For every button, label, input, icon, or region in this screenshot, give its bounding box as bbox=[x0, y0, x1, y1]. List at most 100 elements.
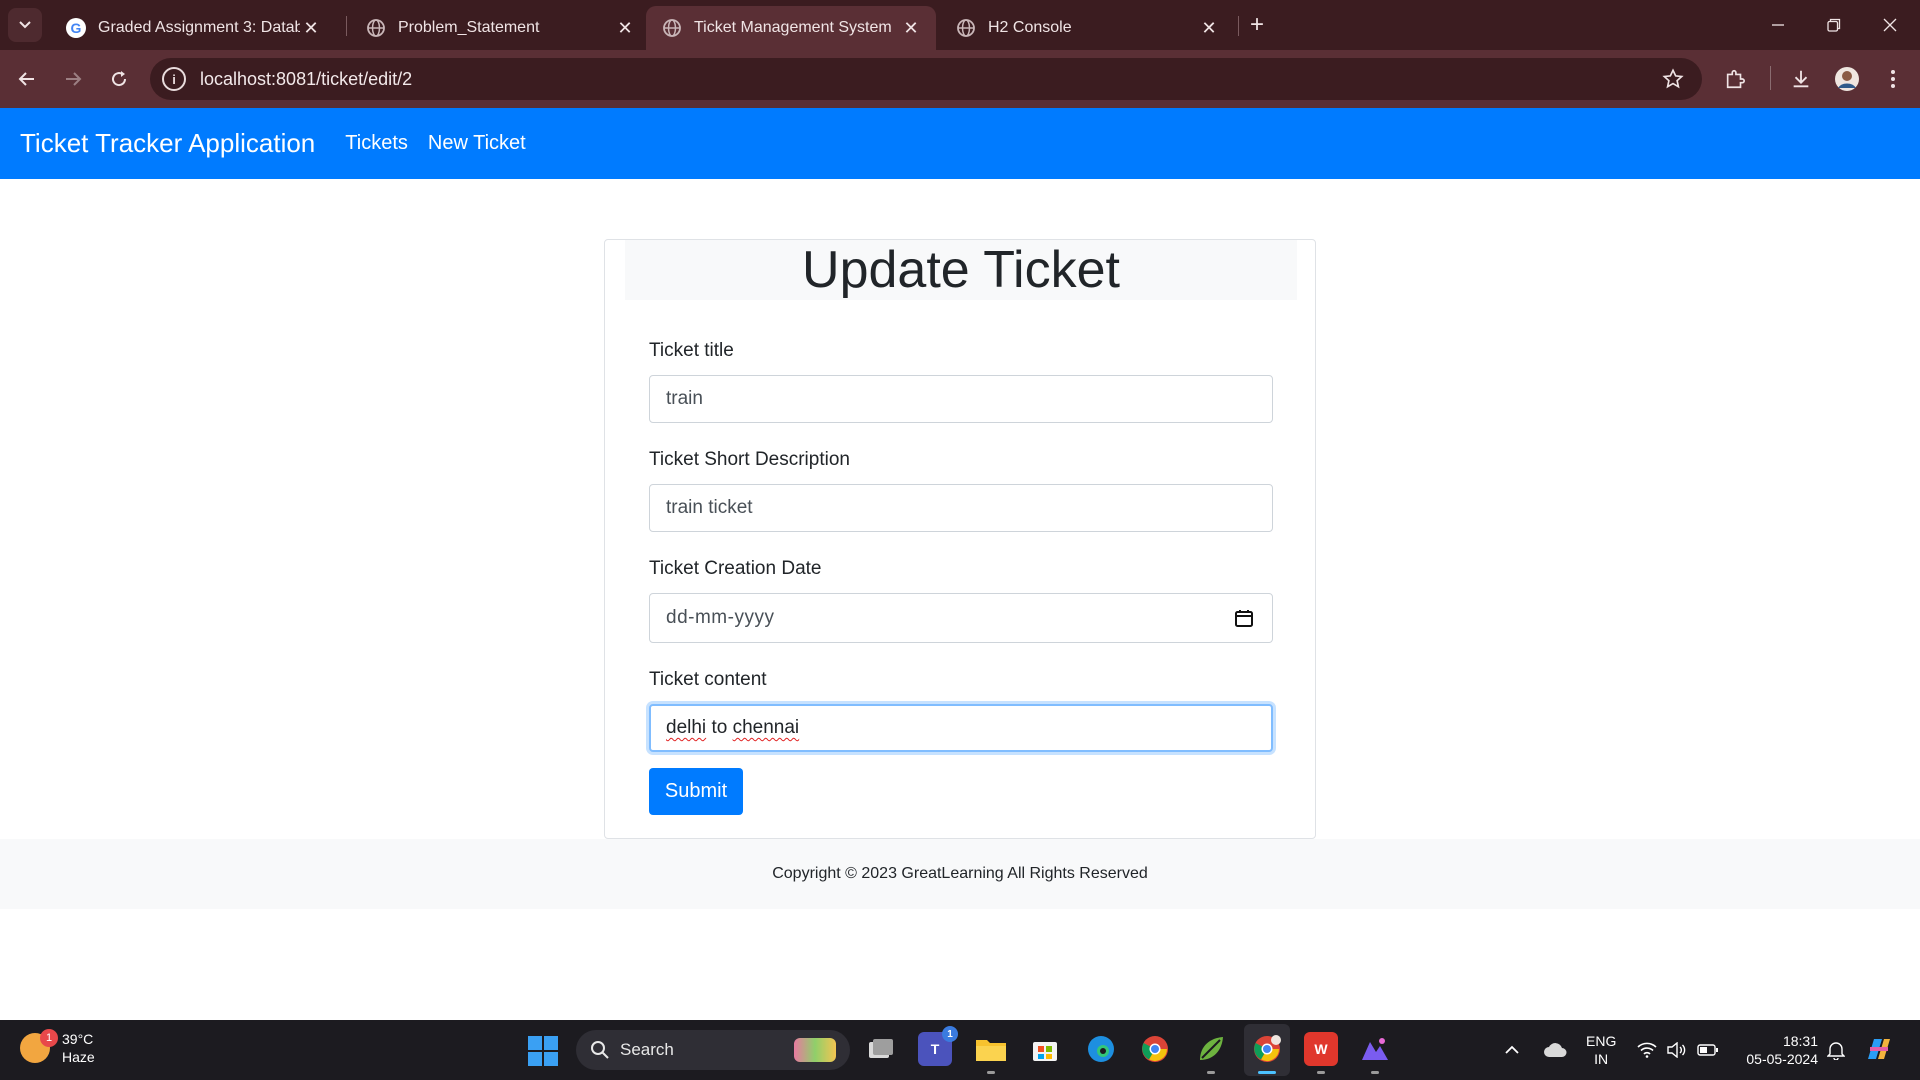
restore-button[interactable] bbox=[1814, 8, 1854, 42]
profile-avatar[interactable] bbox=[1832, 64, 1862, 94]
clock-date: 05-05-2024 bbox=[1746, 1051, 1818, 1067]
back-button[interactable] bbox=[12, 64, 42, 94]
windows-start-icon[interactable] bbox=[528, 1036, 558, 1066]
tab-title: Problem_Statement bbox=[398, 19, 540, 36]
ticket-creation-date-input[interactable]: dd-mm-yyyy bbox=[649, 593, 1273, 643]
forward-button[interactable] bbox=[58, 64, 88, 94]
ticket-content-input[interactable]: delhi to chennai bbox=[649, 704, 1273, 752]
ticket-title-input[interactable]: train bbox=[649, 375, 1273, 423]
site-info-icon[interactable]: i bbox=[162, 67, 186, 91]
close-tab-icon[interactable]: ✕ bbox=[1198, 17, 1220, 39]
ticket-title-label: Ticket title bbox=[649, 340, 734, 361]
tab-separator bbox=[346, 16, 347, 36]
tab-title: H2 Console bbox=[988, 19, 1072, 36]
downloads-button[interactable] bbox=[1786, 64, 1816, 94]
volume-icon[interactable] bbox=[1666, 1038, 1688, 1062]
copyright-text: Copyright © 2023 GreatLearning All Right… bbox=[772, 865, 1148, 882]
bookmark-star-button[interactable] bbox=[1658, 64, 1688, 94]
copilot-icon[interactable] bbox=[1862, 1032, 1896, 1066]
onedrive-icon[interactable] bbox=[1540, 1038, 1570, 1062]
notification-bell-icon[interactable] bbox=[1826, 1038, 1846, 1062]
running-indicator bbox=[1317, 1071, 1325, 1074]
calendar-icon[interactable] bbox=[1234, 608, 1254, 628]
teams-icon[interactable]: T 1 bbox=[918, 1026, 958, 1066]
form-group-short-description: Ticket Short Description train ticket bbox=[649, 449, 1273, 532]
new-tab-button[interactable]: + bbox=[1244, 11, 1270, 38]
close-tab-icon[interactable]: ✕ bbox=[614, 17, 636, 39]
weather-temperature: 39°C bbox=[62, 1031, 94, 1047]
nav-link-new-ticket[interactable]: New Ticket bbox=[428, 132, 526, 155]
task-view-icon[interactable] bbox=[864, 1032, 898, 1066]
navbar-brand[interactable]: Ticket Tracker Application bbox=[20, 128, 315, 159]
page-footer: Copyright © 2023 GreatLearning All Right… bbox=[0, 839, 1920, 909]
taskbar-search[interactable]: Search bbox=[576, 1030, 850, 1070]
show-hidden-icons-button[interactable] bbox=[1500, 1038, 1524, 1062]
date-placeholder: dd-mm-yyyy bbox=[666, 607, 775, 628]
search-highlight-icon bbox=[794, 1038, 836, 1062]
wifi-icon[interactable] bbox=[1636, 1038, 1658, 1062]
weather-badge: 1 bbox=[40, 1029, 58, 1047]
address-url: localhost:8081/ticket/edit/2 bbox=[200, 68, 413, 89]
spring-tool-suite-icon[interactable] bbox=[1194, 1032, 1228, 1066]
ticket-creation-date-label: Ticket Creation Date bbox=[649, 558, 822, 579]
chevron-down-icon bbox=[19, 21, 31, 29]
battery-icon[interactable] bbox=[1696, 1038, 1720, 1062]
taskbar-search-label: Search bbox=[620, 1040, 674, 1059]
chrome-icon[interactable] bbox=[1138, 1032, 1172, 1066]
running-indicator bbox=[987, 1071, 995, 1074]
weather-widget[interactable]: 1 39°C Haze bbox=[20, 1029, 95, 1066]
edge-icon[interactable] bbox=[1084, 1032, 1118, 1066]
download-icon bbox=[1793, 70, 1809, 88]
avatar-icon bbox=[1835, 67, 1859, 91]
minimize-icon bbox=[1772, 24, 1784, 26]
ticket-content-label: Ticket content bbox=[649, 669, 767, 690]
tab-separator bbox=[1238, 16, 1239, 36]
paint-app-icon[interactable] bbox=[1358, 1032, 1392, 1066]
content-word: to bbox=[711, 717, 728, 738]
tab-search-button[interactable] bbox=[8, 8, 42, 42]
card-header: Update Ticket bbox=[625, 240, 1297, 300]
close-tab-icon[interactable]: ✕ bbox=[300, 17, 322, 39]
tab-h2-console[interactable]: H2 Console ✕ bbox=[940, 6, 1234, 50]
microsoft-store-icon[interactable] bbox=[1028, 1032, 1062, 1066]
puzzle-icon bbox=[1726, 69, 1745, 89]
update-ticket-card: Update Ticket Ticket title train Ticket … bbox=[604, 239, 1316, 839]
chevron-up-icon bbox=[1505, 1045, 1519, 1054]
nav-link-tickets[interactable]: Tickets bbox=[345, 132, 408, 155]
ticket-short-description-value: train ticket bbox=[666, 497, 753, 518]
extensions-button[interactable] bbox=[1720, 64, 1750, 94]
tab-title: Ticket Management System bbox=[694, 19, 892, 36]
ticket-short-description-input[interactable]: train ticket bbox=[649, 484, 1273, 532]
browser-toolbar: i localhost:8081/ticket/edit/2 bbox=[0, 50, 1920, 108]
language-indicator[interactable]: ENG IN bbox=[1586, 1032, 1616, 1068]
taskbar-clock[interactable]: 18:31 05-05-2024 bbox=[1738, 1032, 1818, 1068]
chrome-profile-icon[interactable] bbox=[1250, 1032, 1284, 1066]
file-explorer-icon[interactable] bbox=[974, 1032, 1008, 1066]
tab-graded-assignment[interactable]: G Graded Assignment 3: Database ✕ bbox=[50, 6, 336, 50]
browser-tab-strip: G Graded Assignment 3: Database ✕ Proble… bbox=[0, 0, 1920, 50]
app-navbar: Ticket Tracker Application Tickets New T… bbox=[0, 108, 1920, 179]
wps-office-icon[interactable]: W bbox=[1304, 1032, 1338, 1066]
close-window-button[interactable] bbox=[1870, 8, 1910, 42]
globe-icon bbox=[662, 18, 682, 38]
running-indicator bbox=[1207, 1071, 1215, 1074]
submit-button[interactable]: Submit bbox=[649, 768, 743, 815]
address-bar[interactable]: i localhost:8081/ticket/edit/2 bbox=[150, 58, 1702, 100]
ticket-short-description-label: Ticket Short Description bbox=[649, 449, 850, 470]
tab-ticket-management-system[interactable]: Ticket Management System ✕ bbox=[646, 6, 936, 50]
form-group-content: Ticket content delhi to chennai bbox=[649, 669, 1273, 752]
clock-time: 18:31 bbox=[1782, 1033, 1818, 1049]
minimize-button[interactable] bbox=[1758, 8, 1798, 42]
close-tab-icon[interactable]: ✕ bbox=[900, 17, 922, 39]
running-indicator bbox=[1371, 1071, 1379, 1074]
star-icon bbox=[1662, 68, 1684, 89]
form-group-title: Ticket title train bbox=[649, 340, 1273, 423]
reload-icon bbox=[112, 71, 127, 87]
browser-menu-button[interactable] bbox=[1878, 64, 1908, 94]
teams-badge: 1 bbox=[942, 1026, 958, 1042]
form-group-creation-date: Ticket Creation Date dd-mm-yyyy bbox=[649, 558, 1273, 643]
tab-problem-statement[interactable]: Problem_Statement ✕ bbox=[350, 6, 650, 50]
weather-description: Haze bbox=[62, 1049, 95, 1065]
reload-button[interactable] bbox=[104, 64, 134, 94]
page-title: Update Ticket bbox=[802, 241, 1120, 299]
